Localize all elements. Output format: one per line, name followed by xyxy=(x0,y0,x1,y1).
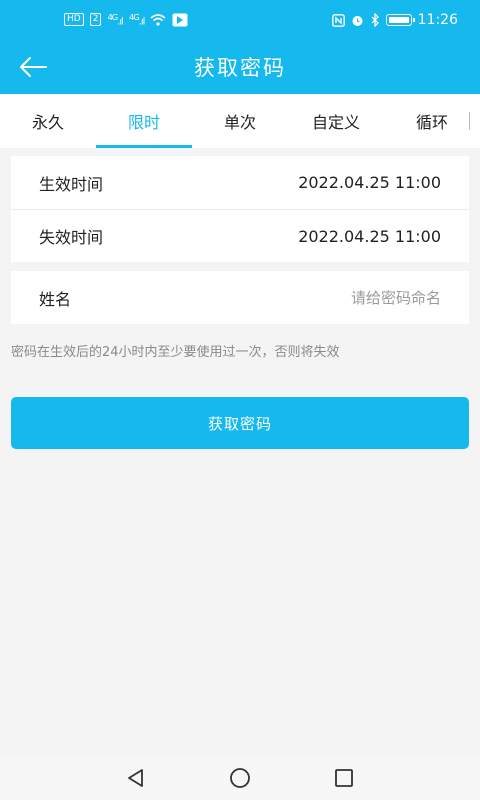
alarm-icon xyxy=(352,15,363,26)
page-title: 获取密码 xyxy=(194,56,286,80)
status-time: 11:26 xyxy=(417,12,458,28)
hd-badge: HD xyxy=(64,13,84,27)
status-bar: HD 2 4G.ıl 4G.ıl 11:26 xyxy=(0,0,480,40)
square-recent-icon[interactable] xyxy=(332,766,356,790)
nfc-icon xyxy=(331,13,345,27)
name-row: 姓名 请给密码命名 xyxy=(11,271,469,324)
back-arrow-icon xyxy=(20,57,47,77)
tab-recurring[interactable]: 循环 xyxy=(384,94,480,148)
end-time-value: 2022.04.25 11:00 xyxy=(298,226,441,246)
name-label: 姓名 xyxy=(39,289,72,309)
tab-permanent[interactable]: 永久 xyxy=(0,94,96,148)
start-time-label: 生效时间 xyxy=(39,174,104,194)
status-right: 11:26 xyxy=(331,12,458,28)
circle-home-icon[interactable] xyxy=(228,766,252,790)
tab-custom[interactable]: 自定义 xyxy=(288,94,384,148)
triangle-back-icon[interactable] xyxy=(124,766,148,790)
tab-single-use[interactable]: 单次 xyxy=(192,94,288,148)
tab-divider xyxy=(469,112,470,130)
tab-recurring-label: 循环 xyxy=(415,113,448,132)
end-time-row[interactable]: 失效时间 2022.04.25 11:00 xyxy=(11,209,469,262)
app-notification-icon xyxy=(172,13,188,27)
signal-icon-2: 4G.ıl xyxy=(128,12,145,28)
time-card: 生效时间 2022.04.25 11:00 失效时间 2022.04.25 11… xyxy=(11,156,469,262)
nav-bar: 获取密码 xyxy=(0,40,480,94)
status-left: HD 2 4G.ıl 4G.ıl xyxy=(64,12,188,28)
name-card: 姓名 请给密码命名 xyxy=(11,271,469,324)
battery-icon xyxy=(385,14,415,26)
sim-badge-icon: 2 xyxy=(89,13,102,27)
validity-note: 密码在生效后的24小时内至少要使用过一次，否则将失效 xyxy=(11,345,340,360)
name-input[interactable]: 请给密码命名 xyxy=(351,287,441,308)
bluetooth-icon xyxy=(371,13,379,27)
end-time-label: 失效时间 xyxy=(39,228,104,247)
start-time-value: 2022.04.25 11:00 xyxy=(298,173,441,192)
top-header: HD 2 4G.ıl 4G.ıl 11:26 获取密码 xyxy=(0,0,480,94)
signal-icon-1: 4G.ıl xyxy=(107,12,123,28)
get-password-button[interactable]: 获取密码 xyxy=(11,397,469,449)
wifi-icon xyxy=(150,14,166,26)
back-button[interactable] xyxy=(18,50,58,84)
system-nav-bar xyxy=(0,756,480,800)
start-time-row[interactable]: 生效时间 2022.04.25 11:00 xyxy=(11,156,469,209)
tab-bar: 永久 限时 单次 自定义 循环 xyxy=(0,94,480,148)
tab-limited-time[interactable]: 限时 xyxy=(96,94,192,148)
